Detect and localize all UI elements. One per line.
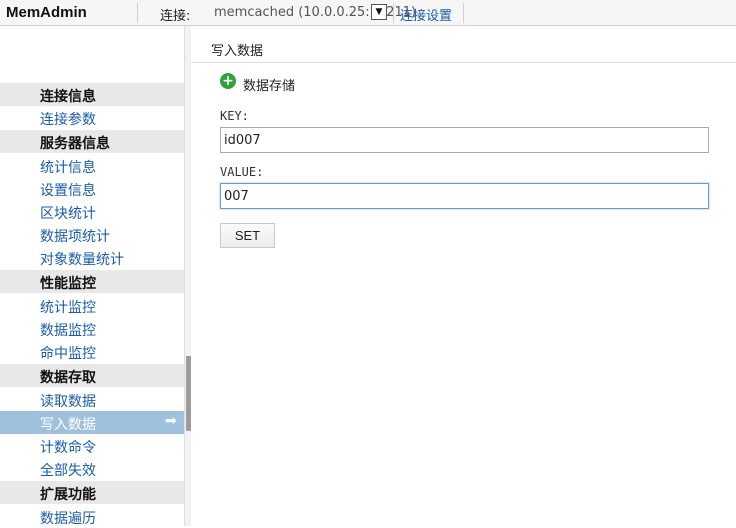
sidebar-item-label: 数据项统计 xyxy=(40,229,110,245)
app-brand: MemAdmin xyxy=(6,4,87,21)
title-divider xyxy=(191,62,736,63)
sidebar-item-label: 写入数据 xyxy=(40,417,96,433)
sidebar-item-counter-commands[interactable]: 计数命令 xyxy=(0,434,184,457)
key-label: KEY: xyxy=(220,109,249,123)
section-performance: 性能监控 xyxy=(0,270,184,293)
section-title: 服务器信息 xyxy=(40,136,110,152)
section-connection-info: 连接信息 xyxy=(0,83,184,106)
section-server-info: 服务器信息 xyxy=(0,130,184,153)
value-input[interactable] xyxy=(220,183,709,209)
section-extensions: 扩展功能 xyxy=(0,481,184,504)
sidebar-item-label: 对象数量统计 xyxy=(40,252,124,268)
sidebar-item-data-monitor[interactable]: 数据监控 xyxy=(0,317,184,340)
sidebar-item-label: 数据遍历 xyxy=(40,511,96,527)
sidebar-item-hit-monitor[interactable]: 命中监控 xyxy=(0,340,184,363)
connection-settings-link[interactable]: 连接设置 xyxy=(400,5,452,24)
section-title: 连接信息 xyxy=(40,89,96,105)
sidebar-item-object-count[interactable]: 对象数量统计 xyxy=(0,246,184,269)
sidebar-item-label: 统计监控 xyxy=(40,300,96,316)
page-title: 写入数据 xyxy=(211,44,264,59)
section-title: 性能监控 xyxy=(40,276,96,292)
value-label: VALUE: xyxy=(220,165,264,179)
sidebar-item-slab-stats[interactable]: 区块统计 xyxy=(0,200,184,223)
key-input[interactable] xyxy=(220,127,709,153)
sidebar: 连接信息 连接参数 服务器信息 统计信息 设置信息 区块统计 数据项统计 对象数… xyxy=(0,26,184,528)
sidebar-item-stats[interactable]: 统计信息 xyxy=(0,154,184,177)
sidebar-item-flush-all[interactable]: 全部失效 xyxy=(0,457,184,480)
sidebar-item-label: 区块统计 xyxy=(40,206,96,222)
sidebar-item-item-stats[interactable]: 数据项统计 xyxy=(0,223,184,246)
section-data-access: 数据存取 xyxy=(0,364,184,387)
section-title: 扩展功能 xyxy=(40,487,96,503)
sidebar-item-label: 全部失效 xyxy=(40,463,96,479)
sidebar-item-stats-monitor[interactable]: 统计监控 xyxy=(0,294,184,317)
sidebar-scrollbar[interactable] xyxy=(184,26,191,526)
main-content: 写入数据 + 数据存储 KEY: VALUE: SET xyxy=(191,26,736,526)
sidebar-item-label: 计数命令 xyxy=(40,440,96,456)
top-divider xyxy=(463,3,464,23)
sidebar-item-label: 连接参数 xyxy=(40,112,96,128)
sidebar-item-read-data[interactable]: 读取数据 xyxy=(0,388,184,411)
set-button[interactable]: SET xyxy=(220,223,275,248)
connection-dropdown-button[interactable]: ▼ xyxy=(371,4,387,20)
section-title: 数据存取 xyxy=(40,370,96,386)
sidebar-item-write-data[interactable]: 写入数据 ➡ xyxy=(0,411,184,434)
sidebar-item-label: 设置信息 xyxy=(40,183,96,199)
sidebar-item-settings[interactable]: 设置信息 xyxy=(0,177,184,200)
sidebar-item-data-traverse[interactable]: 数据遍历 xyxy=(0,505,184,528)
connection-label: 连接: xyxy=(160,9,191,24)
action-label: 数据存储 xyxy=(243,79,296,94)
sidebar-item-label: 命中监控 xyxy=(40,346,96,362)
sidebar-item-label: 数据监控 xyxy=(40,323,96,339)
top-divider xyxy=(137,3,138,23)
sidebar-item-label: 统计信息 xyxy=(40,160,96,176)
chevron-down-icon: ▼ xyxy=(375,7,383,17)
plus-circle-icon: + xyxy=(220,73,236,89)
arrow-right-icon: ➡ xyxy=(165,413,177,429)
sidebar-item-connection-params[interactable]: 连接参数 xyxy=(0,106,184,129)
top-bar: MemAdmin 连接: memcached (10.0.0.25:11211)… xyxy=(0,0,736,26)
top-divider xyxy=(393,3,394,23)
sidebar-item-label: 读取数据 xyxy=(40,394,96,410)
